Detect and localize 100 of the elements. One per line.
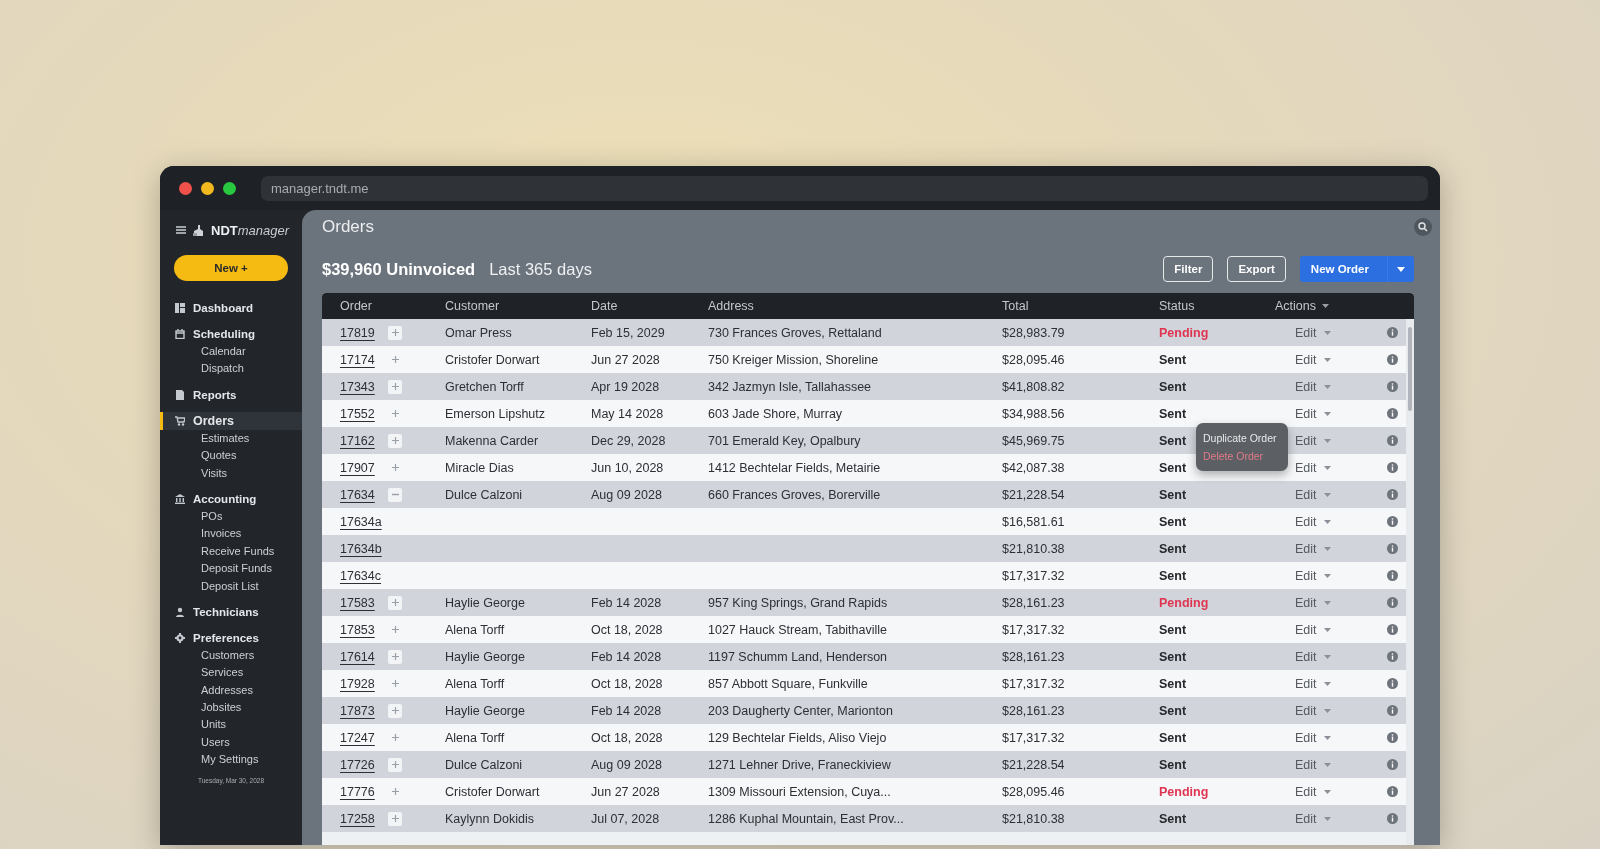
status-label: Sent	[1159, 622, 1187, 637]
page-title: Orders	[322, 217, 374, 237]
order-link[interactable]: 17634b	[340, 541, 388, 556]
table-cell-text: 603 Jade Shore, Murray	[708, 406, 844, 421]
table-cell-text: $17,317.32	[1002, 622, 1066, 637]
table-cell-text: $28,161.23	[1002, 649, 1066, 664]
edit-button[interactable]: Edit	[1295, 676, 1331, 691]
address-bar[interactable]: manager.tndt.me	[261, 175, 1428, 201]
order-link[interactable]: 17258	[340, 811, 388, 826]
nav-subitem[interactable]: Estimates	[160, 429, 302, 448]
nav-subitem[interactable]: Units	[160, 716, 302, 734]
status-label: Sent	[1159, 379, 1187, 394]
nav-subitem[interactable]: Visits	[160, 464, 302, 482]
order-link[interactable]: 17634	[340, 487, 388, 502]
nav-item[interactable]: Preferences	[160, 628, 302, 647]
column-header[interactable]: Status	[1159, 299, 1275, 313]
nav-subitem[interactable]: My Settings	[160, 751, 302, 769]
table-cell-text: Oct 18, 2028	[591, 676, 664, 691]
toolbar-button[interactable]: Filter	[1163, 256, 1214, 282]
status-label: Sent	[1159, 649, 1187, 664]
nav-subitem[interactable]: Jobsites	[160, 699, 302, 717]
edit-button[interactable]: Edit	[1295, 379, 1331, 394]
table-cell-text: $17,317.32	[1002, 676, 1066, 691]
edit-button[interactable]: Edit	[1295, 784, 1331, 799]
nav-subitem[interactable]: Calendar	[160, 343, 302, 361]
column-header[interactable]: Total	[1002, 299, 1159, 313]
order-link[interactable]: 17873	[340, 703, 388, 718]
edit-button[interactable]: Edit	[1295, 433, 1331, 448]
toolbar-button[interactable]: Export	[1227, 256, 1286, 282]
nav-subitem[interactable]: Customers	[160, 646, 302, 665]
nav-item[interactable]: Accounting	[160, 489, 302, 508]
nav-subitem[interactable]: Addresses	[160, 681, 302, 700]
table-cell-text: $28,161.23	[1002, 595, 1066, 610]
order-link[interactable]: 17726	[340, 757, 388, 772]
nav-subitem[interactable]: Deposit List	[160, 577, 302, 595]
edit-button[interactable]: Edit	[1295, 649, 1331, 664]
nav-subitem[interactable]: Deposit Funds	[160, 560, 302, 578]
edit-button[interactable]: Edit	[1295, 460, 1331, 475]
nav-subitem[interactable]: Receive Funds	[160, 542, 302, 561]
nav-item[interactable]: Technicians	[160, 602, 302, 621]
order-link[interactable]: 17343	[340, 379, 388, 394]
order-link[interactable]: 17162	[340, 433, 388, 448]
table-cell-text: Haylie George	[445, 649, 526, 664]
table-cell-text: Alena Torff	[445, 730, 506, 745]
edit-button[interactable]: Edit	[1295, 730, 1331, 745]
edit-button[interactable]: Edit	[1295, 514, 1331, 529]
edit-button[interactable]: Edit	[1295, 406, 1331, 421]
edit-button[interactable]: Edit	[1295, 568, 1331, 583]
order-link[interactable]: 17583	[340, 595, 388, 610]
status-label: Sent	[1159, 433, 1187, 448]
nav-subitem[interactable]: POs	[160, 507, 302, 526]
order-link[interactable]: 17907	[340, 460, 388, 475]
nav-subitem[interactable]: Quotes	[160, 447, 302, 465]
edit-button[interactable]: Edit	[1295, 703, 1331, 718]
column-header[interactable]: Date	[591, 299, 708, 313]
table-cell-text: $21,810.38	[1002, 811, 1066, 826]
edit-button[interactable]: Edit	[1295, 487, 1331, 502]
table-cell-text: 660 Frances Groves, Borerville	[708, 487, 882, 502]
status-label: Sent	[1159, 811, 1187, 826]
table-cell-text: Gretchen Torff	[445, 379, 525, 394]
period-label: Last 365 days	[489, 259, 592, 279]
table-cell-text: Dulce Calzoni	[445, 487, 524, 502]
edit-button[interactable]: Edit	[1295, 352, 1331, 367]
order-link[interactable]: 17614	[340, 649, 388, 664]
edit-button[interactable]: Edit	[1295, 757, 1331, 772]
order-link[interactable]: 17819	[340, 325, 388, 340]
column-header[interactable]: Customer	[445, 299, 591, 313]
nav-subitem[interactable]: Services	[160, 664, 302, 682]
order-link[interactable]: 17634a	[340, 514, 388, 529]
nav-subitem[interactable]: Invoices	[160, 525, 302, 543]
edit-button[interactable]: Edit	[1295, 622, 1331, 637]
order-link[interactable]: 17174	[340, 352, 388, 367]
uninvoiced-total: $39,960 Uninvoiced	[322, 259, 476, 279]
order-link[interactable]: 17552	[340, 406, 388, 421]
nav-item[interactable]: Scheduling	[160, 325, 302, 343]
column-header[interactable]: Actions	[1275, 299, 1385, 313]
nav-subitem[interactable]: Dispatch	[160, 360, 302, 378]
new-order-button[interactable]: New Order	[1299, 256, 1387, 282]
column-header[interactable]: Address	[708, 299, 1002, 313]
nav-subitem[interactable]: Users	[160, 733, 302, 752]
menu-item[interactable]: Duplicate Order	[1196, 429, 1288, 447]
status-label: Pending	[1159, 784, 1209, 799]
edit-button[interactable]: Edit	[1295, 811, 1331, 826]
nav-item[interactable]: Dashboard	[160, 299, 302, 317]
order-link[interactable]: 17928	[340, 676, 388, 691]
edit-button[interactable]: Edit	[1295, 595, 1331, 610]
edit-button[interactable]: Edit	[1295, 541, 1331, 556]
table-cell-text: Feb 14 2028	[591, 595, 663, 610]
table-cell-text: 1027 Hauck Stream, Tabithaville	[708, 622, 889, 637]
new-button[interactable]: New +	[174, 255, 288, 281]
order-link[interactable]: 17776	[340, 784, 388, 799]
order-link[interactable]: 17853	[340, 622, 388, 637]
status-label: Pending	[1159, 325, 1209, 340]
nav-item[interactable]: Reports	[160, 385, 302, 404]
order-link[interactable]: 17247	[340, 730, 388, 745]
table-cell-text: Jun 27 2028	[591, 784, 661, 799]
column-header[interactable]: Order	[340, 299, 445, 313]
nav-item[interactable]: Orders	[160, 411, 302, 430]
order-link[interactable]: 17634c	[340, 568, 388, 583]
edit-button[interactable]: Edit	[1295, 325, 1331, 340]
